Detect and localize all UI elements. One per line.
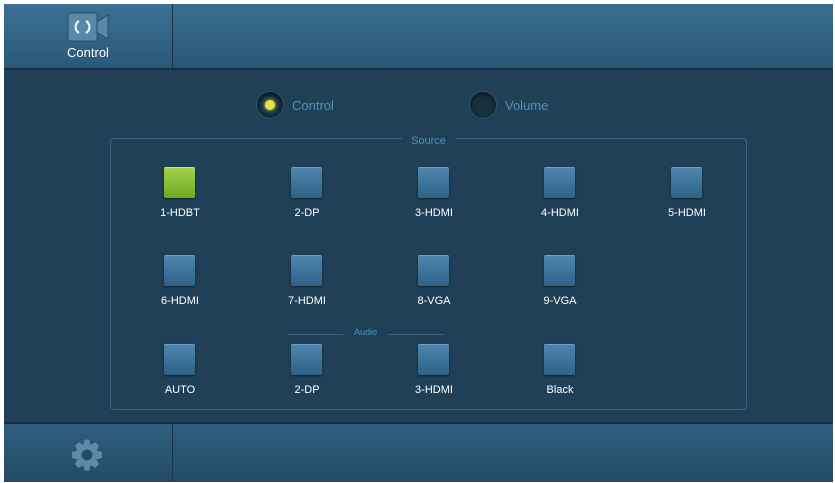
source-button-6-hdmi[interactable]: 6-HDMI <box>140 255 220 315</box>
source-title-text: Source <box>402 135 455 147</box>
source-button-label: 3-HDMI <box>415 207 453 219</box>
mode-radio-control[interactable]: Control <box>257 91 334 119</box>
source-indicator <box>418 167 449 198</box>
mode-radio-label: Control <box>292 97 334 113</box>
audio-section-label: Audio <box>354 327 378 337</box>
bottom-bar <box>4 422 833 482</box>
source-indicator <box>164 167 195 198</box>
audio-divider-right <box>388 334 444 335</box>
source-button-4-hdmi[interactable]: 4-HDMI <box>520 167 600 227</box>
source-button-label: 2-DP <box>294 207 320 219</box>
radio-selected-dot <box>265 100 275 110</box>
source-button-label: 1-HDBT <box>160 207 200 219</box>
source-group-title: Source <box>111 131 746 149</box>
top-bar: Control <box>4 4 833 70</box>
radio-knob <box>257 92 283 118</box>
radio-knob <box>470 92 496 118</box>
source-button-label: Black <box>546 384 574 396</box>
audio-button-2-dp[interactable]: 2-DP <box>267 344 347 404</box>
audio-button-auto[interactable]: AUTO <box>140 344 220 404</box>
source-indicator <box>291 167 322 198</box>
source-indicator <box>418 344 449 375</box>
source-indicator <box>418 255 449 286</box>
source-indicator <box>291 255 322 286</box>
mode-radio-volume[interactable]: Volume <box>470 91 548 119</box>
source-button-label: 3-HDMI <box>415 384 453 396</box>
source-indicator <box>544 167 575 198</box>
source-indicator <box>291 344 322 375</box>
source-button-label: 4-HDMI <box>541 207 579 219</box>
audio-button-black[interactable]: Black <box>520 344 600 404</box>
source-button-label: 5-HDMI <box>668 207 706 219</box>
app-frame: Control Control Volume Source 1-HDBT 2-D… <box>4 4 833 482</box>
source-group: Source 1-HDBT 2-DP 3-HDMI 4-HDMI 5-HDMI … <box>110 135 747 410</box>
source-button-8-vga[interactable]: 8-VGA <box>394 255 474 315</box>
control-icon <box>67 12 109 42</box>
source-indicator <box>671 167 702 198</box>
mode-radio-label: Volume <box>505 97 549 113</box>
source-indicator <box>544 255 575 286</box>
source-indicator <box>164 255 195 286</box>
tab-control-label: Control <box>67 45 109 60</box>
source-button-7-hdmi[interactable]: 7-HDMI <box>267 255 347 315</box>
tab-control[interactable]: Control <box>4 4 173 68</box>
source-button-2-dp[interactable]: 2-DP <box>267 167 347 227</box>
source-indicator <box>164 344 195 375</box>
source-button-label: 7-HDMI <box>288 295 326 307</box>
source-indicator <box>544 344 575 375</box>
gear-icon <box>71 438 103 472</box>
source-button-1-hdbt[interactable]: 1-HDBT <box>140 167 220 227</box>
audio-button-3-hdmi[interactable]: 3-HDMI <box>394 344 474 404</box>
source-button-5-hdmi[interactable]: 5-HDMI <box>647 167 727 227</box>
source-button-3-hdmi[interactable]: 3-HDMI <box>394 167 474 227</box>
settings-button[interactable] <box>4 424 173 482</box>
audio-divider-left <box>287 334 343 335</box>
source-button-label: 6-HDMI <box>161 295 199 307</box>
source-button-9-vga[interactable]: 9-VGA <box>520 255 600 315</box>
source-button-label: 8-VGA <box>417 295 451 307</box>
source-button-label: 9-VGA <box>543 295 577 307</box>
source-button-label: AUTO <box>164 384 196 396</box>
source-button-label: 2-DP <box>294 384 320 396</box>
